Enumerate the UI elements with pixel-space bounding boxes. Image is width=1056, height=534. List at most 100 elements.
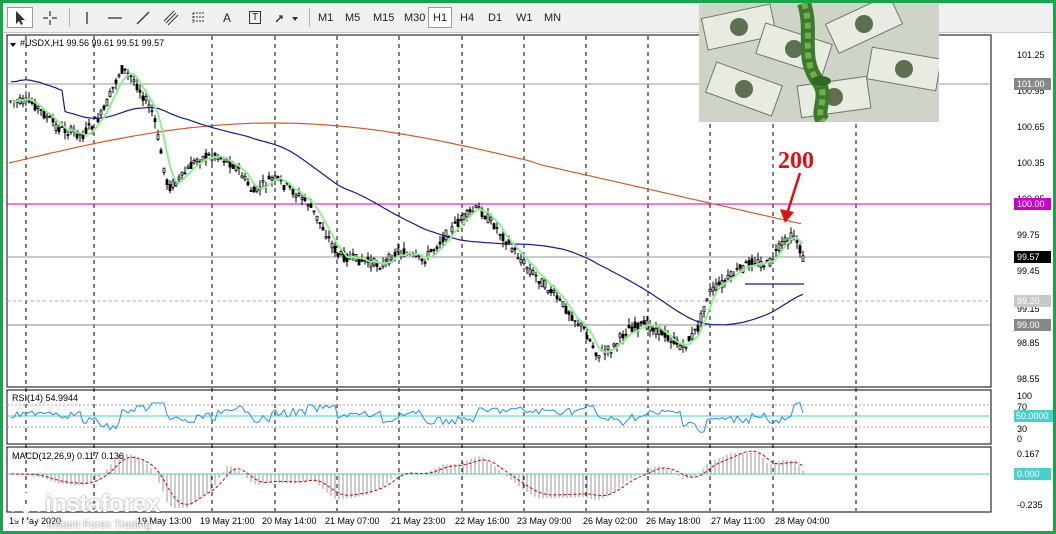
candle-body (465, 209, 469, 218)
dollar-bills-photo (699, 3, 939, 122)
candle-body (684, 346, 688, 349)
candle-body (525, 266, 529, 270)
candle-body (282, 185, 286, 190)
candle-body (714, 283, 718, 291)
candle-body (624, 333, 628, 336)
candle-body (267, 175, 271, 180)
chart-collapse-icon[interactable] (10, 43, 16, 47)
candle-body (597, 355, 601, 359)
candle-body (105, 98, 109, 107)
candle-body (153, 118, 157, 123)
candle-body (486, 213, 490, 224)
candle-body (309, 203, 313, 208)
candle-body (186, 166, 190, 170)
candle-body (207, 153, 211, 156)
candle-body (639, 321, 643, 324)
candle-body (183, 172, 187, 175)
candle-body (66, 134, 70, 136)
candle-body (243, 175, 247, 180)
macd-tick: -0.235 (1017, 500, 1043, 510)
candle-body (420, 258, 424, 262)
candle-body (627, 324, 631, 329)
candle-body (573, 320, 577, 323)
candle-body (135, 84, 139, 91)
candle-body (129, 75, 133, 78)
candle-body (96, 118, 100, 123)
candle-body (462, 213, 466, 221)
candle-body (138, 89, 142, 93)
candle-body (438, 241, 442, 245)
time-axis-label: 23 May 09:00 (517, 516, 572, 526)
candle-body (612, 343, 616, 347)
price-axis: 101.25 100.95 100.65 100.35 100.05 99.75… (1017, 50, 1045, 384)
instaforex-logo: instaforex Instant Forex Trading (9, 488, 199, 531)
candle-body (621, 334, 625, 339)
candle-body (57, 127, 61, 133)
rsi-tick: 100 (1017, 391, 1032, 401)
candle-body (687, 336, 691, 342)
candle-body (534, 274, 538, 277)
candle-body (549, 288, 553, 294)
candle-body (444, 229, 448, 241)
candle-body (735, 268, 739, 271)
candle-body (333, 245, 337, 253)
candle-body (84, 127, 88, 136)
candle-body (327, 236, 331, 239)
candle-body (231, 163, 235, 169)
candle-body (351, 253, 355, 256)
candle-body (459, 219, 463, 222)
candle-body (141, 95, 145, 101)
candle-body (543, 279, 547, 289)
price-tick: 101.25 (1017, 50, 1045, 60)
candle-body (36, 105, 40, 109)
candle-body (537, 280, 541, 284)
price-tick: 98.85 (1017, 338, 1040, 348)
candle-body (780, 240, 784, 246)
time-axis-label: 22 May 16:00 (455, 516, 510, 526)
annotation-arrow (784, 172, 802, 218)
candle-body (582, 326, 586, 329)
brand-name: instaforex (45, 490, 160, 518)
candle-body (378, 267, 382, 270)
time-axis-label: 20 May 14:00 (262, 516, 317, 526)
candle-body (396, 248, 400, 253)
candle-body (654, 328, 658, 335)
instaforex-logo-icon (10, 493, 42, 525)
candle-body (726, 274, 730, 280)
candle-body (540, 278, 544, 288)
candle-body (552, 289, 556, 294)
rsi-tick: 30 (1017, 424, 1027, 434)
candle-body (426, 251, 430, 257)
current-price-label: 99.57 (1017, 252, 1040, 262)
candle-body (192, 160, 196, 164)
candle-body (87, 123, 91, 126)
candle-body (495, 227, 499, 229)
candle-body (306, 204, 310, 207)
candle-body (783, 237, 787, 242)
candle-body (90, 126, 94, 130)
candle-body (801, 255, 805, 262)
candle-body (120, 65, 124, 74)
candle-body (321, 226, 325, 231)
candle-body (522, 259, 526, 265)
candle-body (225, 159, 229, 163)
candle-body (51, 118, 55, 123)
candle-body (555, 295, 559, 300)
candle-body (48, 115, 52, 118)
candle-body (633, 321, 637, 329)
candle-body (294, 194, 298, 198)
candle-body (474, 205, 478, 208)
candle-body (678, 345, 682, 351)
candle-body (39, 109, 43, 111)
candle-body (690, 333, 694, 340)
ma-fast-line (10, 72, 804, 354)
candle-body (222, 160, 226, 163)
price-tick: 100.35 (1017, 158, 1045, 168)
level-label-100: 100.00 (1017, 199, 1045, 209)
candle-body (630, 326, 634, 333)
candle-body (195, 158, 199, 162)
candle-body (576, 323, 580, 326)
candle-body (744, 261, 748, 264)
candle-body (156, 134, 160, 140)
candle-body (513, 247, 517, 251)
